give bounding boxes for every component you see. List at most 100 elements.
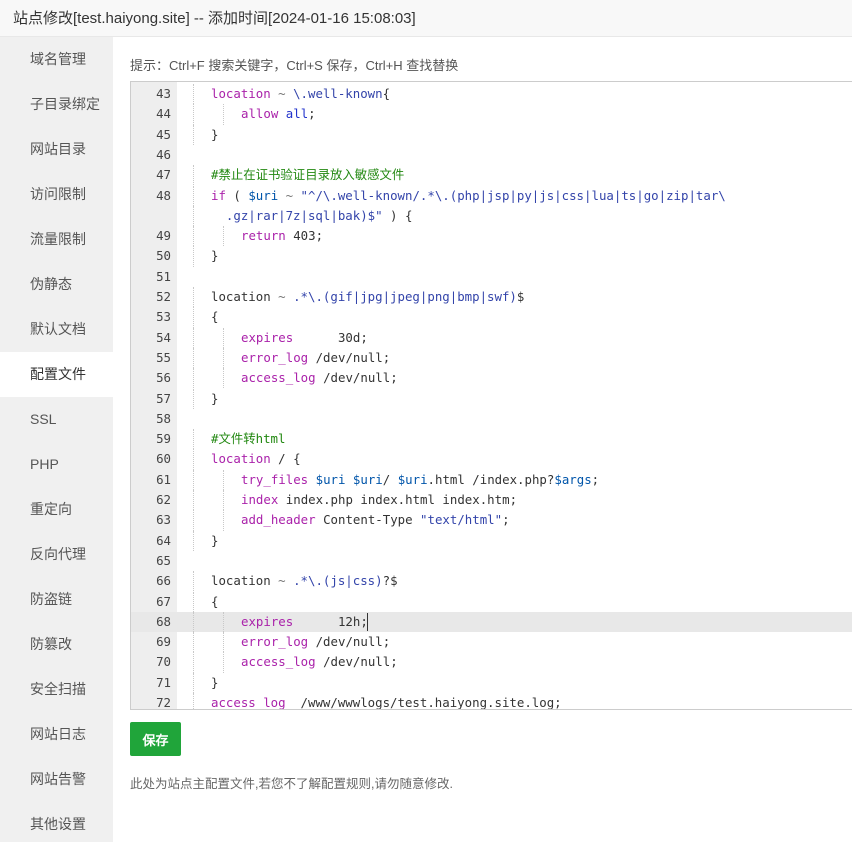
code-token: ~ [278,187,301,203]
save-button[interactable]: 保存 [130,722,181,756]
sidebar-item-access-limit[interactable]: 访问限制 [0,172,113,217]
code-line[interactable]: 43 location ~ \.well-known{ [131,84,852,105]
code-line[interactable]: 65 [131,551,852,571]
sidebar-item-domain[interactable]: 域名管理 [0,37,113,82]
code-token: location [211,451,271,467]
code-text: { [211,307,218,327]
sidebar-item-ssl[interactable]: SSL [0,397,113,442]
code-line[interactable]: 70 access_log /dev/null; [131,652,852,673]
code-line[interactable]: 53 { [131,307,852,328]
indent-guide [193,611,194,633]
code-token: 12h; [293,613,368,629]
code-line[interactable]: 52 location ~ .*\.(gif|jpg|jpeg|png|bmp|s… [131,287,852,308]
line-number: 57 [156,390,171,406]
code-line[interactable]: 57} [131,388,852,409]
code-text: location ~ \.well-known{ [211,84,390,104]
line-number: 50 [156,248,171,264]
code-line[interactable]: .gz|rar|7z|sql|bak)$" ) { [131,205,852,227]
code-line[interactable]: 67 { [131,591,852,612]
code-line[interactable]: 47 #禁止在证书验证目录放入敏感文件 [131,165,852,186]
code-line[interactable]: 66 location ~ .*\.(js|css)?$ [131,571,852,592]
indent-guide [223,327,224,348]
code-token: $uri [352,471,383,487]
code-line[interactable]: 60 location / { [131,449,852,470]
code-text: access_log /dev/null; [241,368,398,388]
sidebar-item-subdir[interactable]: 子目录绑定 [0,82,113,127]
line-number: 55 [156,349,171,365]
code-text: access_log /www/wwwlogs/test.haiyong.sit… [211,693,562,710]
sidebar-item-hotlink[interactable]: 防盗链 [0,577,113,622]
code-line[interactable]: 54 expires 30d; [131,327,852,348]
sidebar-item-sitedir[interactable]: 网站目录 [0,127,113,172]
code-line[interactable]: 61 try_files $uri $uri/ $uri.html /index.… [131,469,852,490]
indent-guide [193,652,194,673]
code-line[interactable]: 55 error_log /dev/null; [131,347,852,369]
sidebar-item-security-scan[interactable]: 安全扫描 [0,667,113,712]
code-token: #文件转html [211,431,286,447]
sidebar-item-default-doc[interactable]: 默认文档 [0,307,113,352]
line-number: 54 [156,329,171,345]
code-line[interactable]: 50} [131,246,852,267]
code-token: access_log [211,695,286,710]
line-number: 49 [156,228,171,244]
code-line[interactable]: 69 error_log /dev/null; [131,632,852,653]
line-number: 64 [156,532,171,548]
indent-guide [193,205,194,227]
indent-guide [193,693,194,709]
code-token: access_log [241,654,316,670]
sidebar-item-traffic-limit[interactable]: 流量限制 [0,217,113,262]
code-line[interactable]: 45} [131,124,852,145]
indent-guide [223,347,224,369]
code-token: \.well-known [293,86,383,101]
code-token: ~ [270,86,294,101]
code-editor[interactable]: 43 location ~ \.well-known{44 allow all; 45… [130,81,852,710]
line-number: 66 [156,573,171,589]
code-text: add_header Content-Type "text/html"; [241,510,510,530]
code-line[interactable]: 64} [131,530,852,551]
code-line[interactable]: 44 allow all; [131,104,852,125]
sidebar-item-other-settings[interactable]: 其他设置 [0,802,113,847]
sidebar-item-site-log[interactable]: 网站日志 [0,712,113,757]
code-token: index.php index.html index.htm; [278,492,518,507]
code-token: ; [591,471,600,487]
indent-guide [193,632,194,653]
code-line[interactable]: 59 #文件转html [131,429,852,450]
sidebar-item-rewrite[interactable]: 伪静态 [0,262,113,307]
code-line[interactable]: 63 add_header Content-Type "text/html"; [131,510,852,531]
code-token: } [211,126,219,142]
line-number: 62 [156,492,171,507]
code-line[interactable]: 56 access_log /dev/null; [131,368,852,389]
line-number: 45 [156,126,171,142]
code-text: location ~ .*\.(gif|jpg|jpeg|png|bmp|swf… [211,287,524,307]
code-line[interactable]: 49 return 403; [131,226,852,247]
line-number: 46 [156,146,171,162]
code-line[interactable]: 72 access_log /www/wwwlogs/test.haiyong.s… [131,693,852,710]
code-token: /dev/null; [308,634,391,650]
sidebar-item-reverse-proxy[interactable]: 反向代理 [0,532,113,577]
indent-guide [223,611,224,633]
sidebar-item-config-file[interactable]: 配置文件 [0,352,113,397]
code-text: access_log /dev/null; [241,652,398,672]
code-line[interactable]: 51 [131,267,852,287]
code-line[interactable]: 48 if ( $uri ~ "^/\.well-known/.*\.(php|j… [131,185,852,206]
sidebar-item-site-alert[interactable]: 网站告警 [0,757,113,802]
code-token: } [211,532,219,548]
indent-guide [193,591,194,612]
code-line[interactable]: 71} [131,672,852,693]
code-line[interactable]: 68 expires 12h; [131,611,852,633]
code-token: / { [270,451,301,467]
sidebar-item-tamper[interactable]: 防篡改 [0,622,113,667]
sidebar-item-redirect[interactable]: 重定向 [0,487,113,532]
code-line[interactable]: 62 index index.php index.html index.htm; [131,490,852,511]
sidebar-item-php[interactable]: PHP [0,442,113,487]
line-number: 72 [156,695,171,710]
code-line[interactable]: 46 [131,145,852,165]
code-text: } [211,389,218,409]
indent-guide [193,165,194,186]
code-token: ) { [382,207,413,223]
code-token: } [211,390,219,406]
line-number: 68 [156,613,171,629]
code-text: { [211,592,218,612]
code-line[interactable]: 58 [131,409,852,429]
